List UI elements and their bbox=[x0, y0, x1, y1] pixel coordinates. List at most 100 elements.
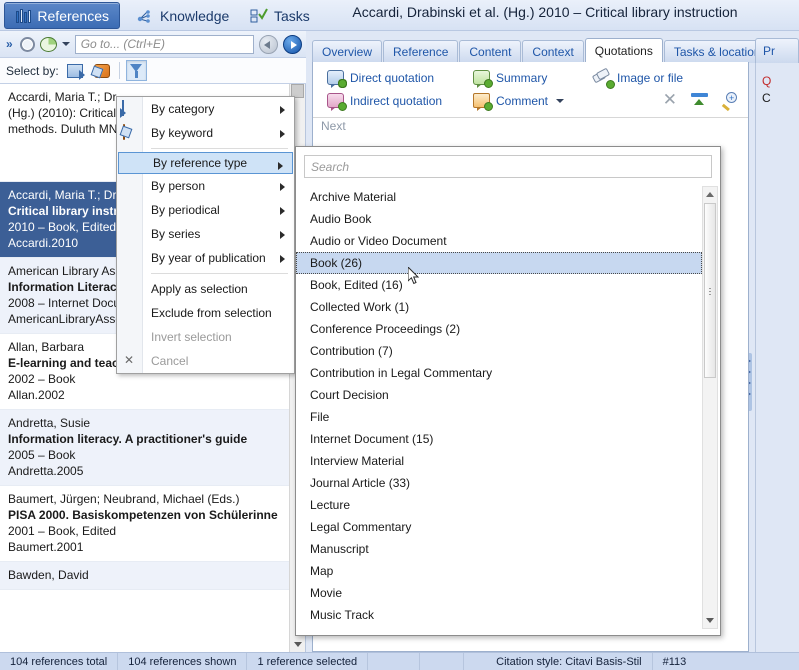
list-item[interactable]: Conference Proceedings (2) bbox=[296, 318, 702, 340]
forward-arrow-icon[interactable] bbox=[283, 34, 302, 54]
goto-input-placeholder: Go to... (Ctrl+E) bbox=[80, 37, 166, 51]
reference-type-label: Conference Proceedings (2) bbox=[310, 322, 461, 336]
menu-item-by-person[interactable]: By person bbox=[117, 174, 294, 198]
status-total: 104 references total bbox=[0, 652, 119, 670]
preview-line-1: Q bbox=[762, 74, 772, 88]
list-item[interactable]: Court Decision bbox=[296, 384, 702, 406]
module-tab-references[interactable]: References bbox=[4, 2, 120, 29]
status-spacer-2 bbox=[420, 652, 465, 670]
comment-button[interactable]: Comment bbox=[473, 93, 565, 111]
image-or-file-label: Image or file bbox=[617, 70, 684, 85]
menu-item-by-category-label: By category bbox=[151, 102, 215, 116]
zoom-in-icon[interactable]: + bbox=[722, 92, 740, 111]
reference-key: Baumert.2001 bbox=[8, 540, 84, 554]
history-dial-icon[interactable] bbox=[39, 36, 57, 52]
summary-icon bbox=[473, 70, 493, 88]
list-item[interactable]: Collected Work (1) bbox=[296, 296, 702, 318]
reference-type-label: Book, Edited (16) bbox=[310, 278, 403, 292]
reference-authors: Bawden, David bbox=[8, 568, 89, 582]
menu-item-by-periodical-label: By periodical bbox=[151, 203, 220, 217]
collapse-icon[interactable] bbox=[691, 93, 708, 107]
list-item[interactable]: Archive Material bbox=[296, 186, 702, 208]
indirect-quotation-button[interactable]: Indirect quotation bbox=[327, 93, 442, 111]
reference-type-label: Movie bbox=[310, 586, 343, 600]
gear-icon[interactable] bbox=[19, 36, 35, 52]
menu-item-by-year-of-publication[interactable]: By year of publication bbox=[117, 246, 294, 270]
menu-item-invert-selection-label: Invert selection bbox=[151, 330, 232, 344]
list-item[interactable]: Book, Edited (16) bbox=[296, 274, 702, 296]
list-item[interactable]: Andretta, Susie Information literacy. A … bbox=[0, 410, 305, 486]
expand-chevrons-icon[interactable]: » bbox=[4, 37, 15, 51]
reference-type-label: Map bbox=[310, 564, 334, 578]
list-item[interactable]: Audio Book bbox=[296, 208, 702, 230]
tab-reference[interactable]: Reference bbox=[383, 40, 459, 63]
status-citation-style: Citation style: Citavi Basis-Stil bbox=[464, 652, 653, 670]
module-tab-knowledge-label: Knowledge bbox=[160, 7, 230, 24]
list-item[interactable]: Internet Document (15) bbox=[296, 428, 702, 450]
selection-icon[interactable] bbox=[65, 60, 86, 81]
reference-type-label: Music Track bbox=[310, 608, 375, 622]
selection-icon bbox=[121, 100, 139, 117]
reference-type-submenu: Search Archive Material Audio Book Audio… bbox=[295, 146, 721, 636]
filter-funnel-icon[interactable] bbox=[125, 60, 147, 81]
menu-item-by-category[interactable]: By category bbox=[117, 97, 294, 121]
history-dropdown-caret-icon[interactable] bbox=[61, 42, 70, 46]
tab-preview-label: Pr bbox=[763, 44, 775, 58]
menu-item-by-keyword[interactable]: By keyword bbox=[117, 121, 294, 145]
scrollbar-thumb[interactable] bbox=[704, 203, 716, 378]
list-item[interactable]: File bbox=[296, 406, 702, 428]
chevron-right-icon bbox=[280, 183, 285, 191]
tab-content[interactable]: Content bbox=[459, 40, 522, 63]
list-item[interactable]: Baumert, Jürgen; Neubrand, Michael (Eds.… bbox=[0, 486, 305, 562]
chevron-down-icon[interactable] bbox=[556, 98, 565, 103]
list-item[interactable]: Bawden, David bbox=[0, 562, 305, 590]
list-item[interactable]: Map bbox=[296, 560, 702, 582]
tab-preview[interactable]: Pr bbox=[755, 38, 799, 63]
reference-type-label: Court Decision bbox=[310, 388, 389, 402]
menu-item-by-series[interactable]: By series bbox=[117, 222, 294, 246]
scroll-down-arrow-icon[interactable] bbox=[290, 636, 305, 652]
goto-input[interactable]: Go to... (Ctrl+E) bbox=[74, 34, 254, 54]
tab-quotations[interactable]: Quotations bbox=[584, 38, 663, 63]
reference-key: Allan.2002 bbox=[8, 388, 65, 402]
submenu-search-placeholder: Search bbox=[311, 159, 350, 174]
menu-item-by-reference-type[interactable]: By reference type bbox=[118, 152, 293, 174]
module-tab-tasks[interactable]: Tasks bbox=[240, 2, 320, 29]
menu-item-by-periodical[interactable]: By periodical bbox=[117, 198, 294, 222]
tab-context[interactable]: Context bbox=[522, 40, 584, 63]
list-item[interactable]: Contribution in Legal Commentary bbox=[296, 362, 702, 384]
scroll-up-arrow-icon[interactable] bbox=[703, 187, 717, 202]
list-item[interactable]: Manuscript bbox=[296, 538, 702, 560]
module-tab-references-label: References bbox=[37, 7, 109, 24]
list-item[interactable]: Audio or Video Document bbox=[296, 230, 702, 252]
list-item[interactable]: Legal Commentary bbox=[296, 516, 702, 538]
list-item[interactable]: Journal Article (33) bbox=[296, 472, 702, 494]
list-item[interactable]: Music Track bbox=[296, 604, 702, 626]
list-item[interactable]: Lecture bbox=[296, 494, 702, 516]
scroll-down-arrow-icon[interactable] bbox=[703, 613, 717, 628]
menu-item-apply-as-selection[interactable]: Apply as selection bbox=[117, 277, 294, 301]
knowledge-network-icon bbox=[136, 8, 154, 24]
reference-type-label: Audio Book bbox=[310, 212, 372, 226]
next-label: Next bbox=[321, 119, 346, 133]
tab-quotations-label: Quotations bbox=[594, 44, 653, 58]
reference-meta: 2001 – Book, Edited bbox=[8, 524, 117, 538]
keyword-icon[interactable] bbox=[92, 60, 113, 81]
reference-type-scrollbar[interactable] bbox=[702, 186, 718, 629]
list-item[interactable]: Movie bbox=[296, 582, 702, 604]
menu-item-by-keyword-label: By keyword bbox=[151, 126, 214, 140]
menu-item-exclude-from-selection[interactable]: Exclude from selection bbox=[117, 301, 294, 325]
submenu-search-input[interactable]: Search bbox=[304, 155, 712, 178]
summary-button[interactable]: Summary bbox=[473, 70, 547, 88]
reference-type-list[interactable]: Archive Material Audio Book Audio or Vid… bbox=[296, 186, 702, 629]
list-item[interactable]: Interview Material bbox=[296, 450, 702, 472]
list-item-selected[interactable]: Book (26) bbox=[296, 252, 702, 274]
module-tab-knowledge[interactable]: Knowledge bbox=[126, 2, 239, 29]
list-item[interactable]: Contribution (7) bbox=[296, 340, 702, 362]
back-arrow-icon[interactable] bbox=[259, 34, 278, 54]
tab-tasks-locations-label: Tasks & locations bbox=[673, 45, 767, 59]
close-x-icon[interactable]: ✕ bbox=[663, 91, 677, 108]
image-or-file-button[interactable]: Image or file bbox=[591, 67, 684, 89]
tab-overview[interactable]: Overview bbox=[312, 40, 383, 63]
direct-quotation-button[interactable]: Direct quotation bbox=[327, 70, 434, 88]
